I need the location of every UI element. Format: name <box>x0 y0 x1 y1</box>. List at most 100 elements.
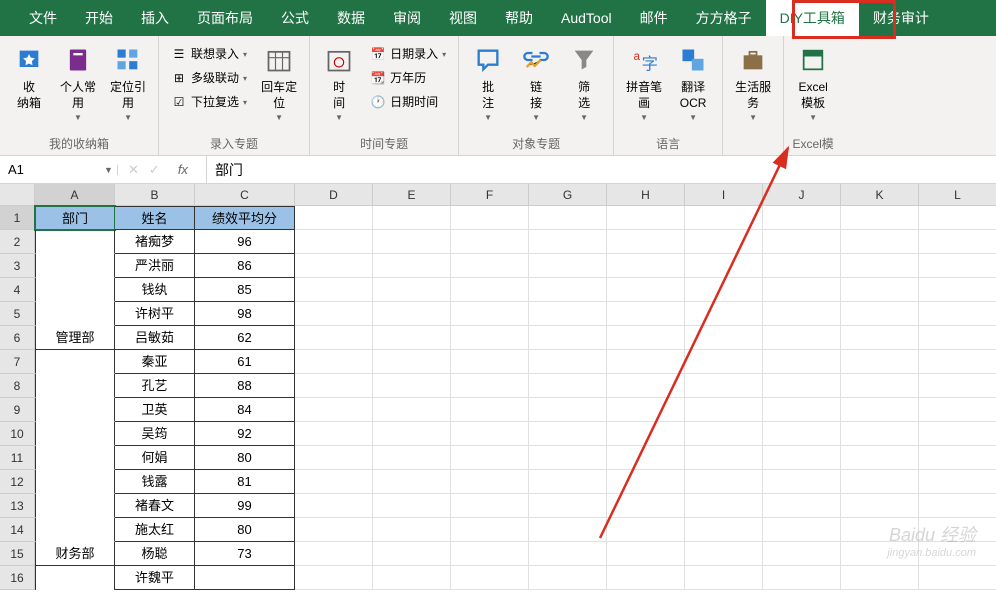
tab-insert[interactable]: 插入 <box>127 0 183 36</box>
cell[interactable] <box>35 398 115 422</box>
cell[interactable] <box>763 302 841 326</box>
cell[interactable]: 96 <box>195 230 295 254</box>
cell[interactable] <box>685 398 763 422</box>
cell[interactable]: 62 <box>195 326 295 350</box>
cell[interactable] <box>373 350 451 374</box>
locate-button[interactable]: 定位引 用 ▼ <box>104 40 152 126</box>
calendar-button[interactable]: 📆万年历 <box>366 66 450 89</box>
cell[interactable] <box>763 254 841 278</box>
cell[interactable] <box>685 518 763 542</box>
cell[interactable] <box>373 302 451 326</box>
cell[interactable] <box>35 374 115 398</box>
cell[interactable] <box>529 518 607 542</box>
col-header-D[interactable]: D <box>295 184 373 206</box>
row-header-5[interactable]: 5 <box>0 302 35 326</box>
cell[interactable] <box>841 422 919 446</box>
row-header-14[interactable]: 14 <box>0 518 35 542</box>
cell[interactable] <box>763 470 841 494</box>
row-header-12[interactable]: 12 <box>0 470 35 494</box>
tab-audtool[interactable]: AudTool <box>547 0 626 36</box>
row-header-7[interactable]: 7 <box>0 350 35 374</box>
cell[interactable] <box>919 398 996 422</box>
cell[interactable] <box>919 326 996 350</box>
cell[interactable] <box>529 350 607 374</box>
cell[interactable] <box>373 494 451 518</box>
cell[interactable]: 许树平 <box>115 302 195 326</box>
tab-diy-toolbox[interactable]: DIY工具箱 <box>766 0 859 36</box>
cell[interactable] <box>373 206 451 230</box>
col-header-E[interactable]: E <box>373 184 451 206</box>
cell[interactable] <box>919 302 996 326</box>
cell[interactable] <box>295 278 373 302</box>
cell[interactable] <box>685 566 763 590</box>
translate-button[interactable]: 翻译 OCR ▼ <box>670 40 716 126</box>
cell[interactable] <box>451 566 529 590</box>
cell[interactable] <box>295 422 373 446</box>
pinyin-button[interactable]: a字 拼音笔 画 ▼ <box>620 40 668 126</box>
cell[interactable] <box>529 374 607 398</box>
cell[interactable]: 80 <box>195 518 295 542</box>
cell[interactable] <box>841 302 919 326</box>
cell[interactable] <box>763 494 841 518</box>
confirm-button[interactable]: ✓ <box>149 162 160 178</box>
formula-input[interactable] <box>207 156 996 183</box>
cell[interactable] <box>451 302 529 326</box>
cell[interactable] <box>919 374 996 398</box>
date-input-button[interactable]: 📅日期录入▾ <box>366 42 450 65</box>
cell[interactable] <box>763 542 841 566</box>
row-header-1[interactable]: 1 <box>0 206 35 230</box>
cell[interactable] <box>763 350 841 374</box>
cell[interactable]: 褚春文 <box>115 494 195 518</box>
tab-file[interactable]: 文件 <box>15 0 71 36</box>
cell[interactable] <box>35 254 115 278</box>
cell[interactable] <box>841 494 919 518</box>
col-header-J[interactable]: J <box>763 184 841 206</box>
tab-review[interactable]: 审阅 <box>379 0 435 36</box>
cell[interactable] <box>373 254 451 278</box>
row-header-16[interactable]: 16 <box>0 566 35 590</box>
cell[interactable] <box>373 422 451 446</box>
cell[interactable] <box>451 206 529 230</box>
cell[interactable] <box>685 302 763 326</box>
tab-layout[interactable]: 页面布局 <box>183 0 267 36</box>
cell[interactable] <box>35 470 115 494</box>
col-header-C[interactable]: C <box>195 184 295 206</box>
excel-template-button[interactable]: Excel 模板 ▼ <box>790 40 836 126</box>
row-header-4[interactable]: 4 <box>0 278 35 302</box>
cell[interactable] <box>841 446 919 470</box>
cell[interactable] <box>607 350 685 374</box>
cell[interactable] <box>373 374 451 398</box>
cell[interactable] <box>295 350 373 374</box>
cell[interactable]: 98 <box>195 302 295 326</box>
tab-data[interactable]: 数据 <box>323 0 379 36</box>
cell[interactable] <box>841 374 919 398</box>
cell[interactable] <box>295 494 373 518</box>
cell[interactable] <box>841 350 919 374</box>
datetime-button[interactable]: 🕐日期时间 <box>366 90 450 113</box>
cell[interactable]: 钱纨 <box>115 278 195 302</box>
cell[interactable] <box>841 206 919 230</box>
cell[interactable]: 吴筠 <box>115 422 195 446</box>
cell[interactable] <box>529 254 607 278</box>
cell[interactable] <box>35 446 115 470</box>
cell[interactable]: 许魏平 <box>115 566 195 590</box>
cell[interactable] <box>841 254 919 278</box>
cell[interactable] <box>295 302 373 326</box>
cell[interactable] <box>451 398 529 422</box>
enter-locate-button[interactable]: 回车定 位 ▼ <box>255 40 303 126</box>
cell[interactable]: 吕敏茹 <box>115 326 195 350</box>
row-header-13[interactable]: 13 <box>0 494 35 518</box>
cell[interactable] <box>685 374 763 398</box>
header-cell[interactable]: 部门 <box>35 206 115 230</box>
cell[interactable] <box>763 326 841 350</box>
col-header-A[interactable]: A <box>35 184 115 206</box>
collect-box-button[interactable]: 收 纳箱 <box>6 40 52 115</box>
cell[interactable] <box>373 542 451 566</box>
cell[interactable]: 92 <box>195 422 295 446</box>
cell[interactable] <box>763 206 841 230</box>
cell[interactable] <box>373 470 451 494</box>
cell[interactable] <box>451 374 529 398</box>
cell[interactable] <box>35 230 115 254</box>
cell[interactable] <box>295 542 373 566</box>
name-box-dropdown[interactable]: ▼ <box>100 165 118 175</box>
